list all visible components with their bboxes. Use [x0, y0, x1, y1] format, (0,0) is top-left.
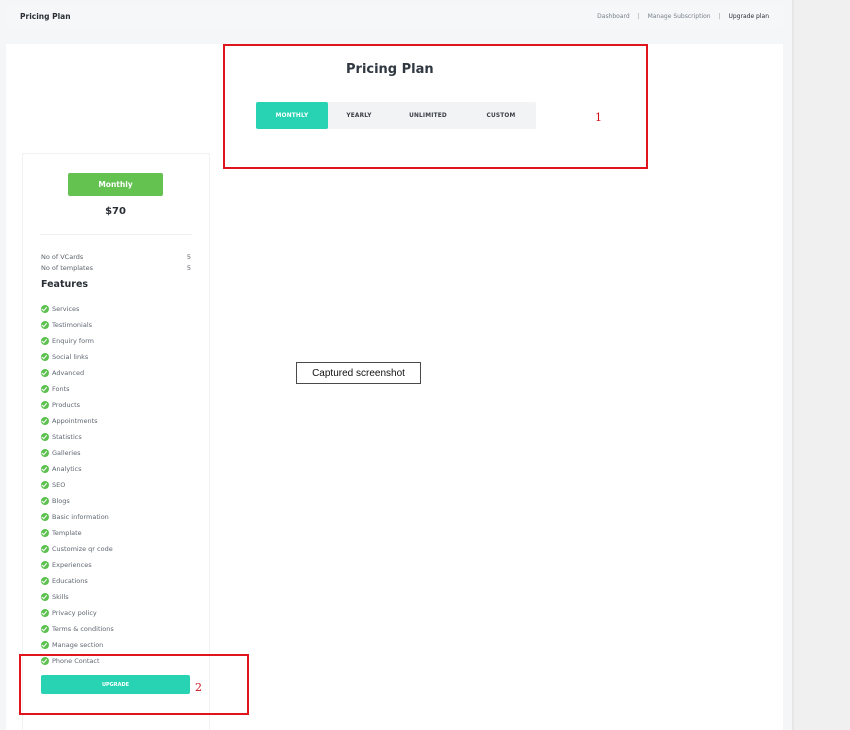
check-circle-icon: [41, 337, 49, 345]
stat-label: No of VCards: [41, 253, 84, 261]
breadcrumb: Dashboard | Manage Subscription | Upgrad…: [597, 13, 769, 20]
check-circle-icon: [41, 593, 49, 601]
check-circle-icon: [41, 449, 49, 457]
feature-item: Template: [41, 525, 201, 541]
card-divider: [40, 234, 192, 235]
feature-item: Fonts: [41, 381, 201, 397]
feature-label: Advanced: [52, 369, 85, 377]
breadcrumb-separator: |: [718, 13, 721, 20]
breadcrumb-upgrade-plan: Upgrade plan: [728, 13, 769, 20]
breadcrumb-manage-subscription[interactable]: Manage Subscription: [648, 13, 711, 20]
annotation-box-2: [19, 654, 249, 715]
feature-label: Fonts: [52, 385, 70, 393]
check-circle-icon: [41, 513, 49, 521]
feature-item: Experiences: [41, 557, 201, 573]
stat-row-templates: No of templates 5: [41, 264, 191, 274]
check-circle-icon: [41, 481, 49, 489]
feature-item: Advanced: [41, 365, 201, 381]
check-circle-icon: [41, 497, 49, 505]
feature-list: Services Testimonials Enquiry form Social l…: [41, 301, 201, 669]
feature-item: Social links: [41, 349, 201, 365]
feature-item: Educations: [41, 573, 201, 589]
check-circle-icon: [41, 577, 49, 585]
feature-label: Manage section: [52, 641, 104, 649]
feature-label: Template: [52, 529, 82, 537]
page-title: Pricing Plan: [20, 12, 71, 21]
feature-item: Products: [41, 397, 201, 413]
feature-label: SEO: [52, 481, 66, 489]
check-circle-icon: [41, 417, 49, 425]
check-circle-icon: [41, 433, 49, 441]
feature-item: Analytics: [41, 461, 201, 477]
feature-label: Statistics: [52, 433, 82, 441]
feature-item: Enquiry form: [41, 333, 201, 349]
feature-label: Analytics: [52, 465, 82, 473]
feature-label: Appointments: [52, 417, 98, 425]
check-circle-icon: [41, 305, 49, 313]
feature-label: Customize qr code: [52, 545, 113, 553]
check-circle-icon: [41, 465, 49, 473]
annotation-box-1: [223, 44, 648, 169]
check-circle-icon: [41, 625, 49, 633]
check-circle-icon: [41, 353, 49, 361]
feature-label: Experiences: [52, 561, 92, 569]
annotation-label-2: 2: [195, 681, 202, 694]
feature-label: Skills: [52, 593, 69, 601]
check-circle-icon: [41, 385, 49, 393]
feature-label: Basic information: [52, 513, 109, 521]
feature-label: Educations: [52, 577, 88, 585]
stat-value: 5: [186, 253, 191, 261]
page-header: Pricing Plan Dashboard | Manage Subscrip…: [6, 6, 783, 28]
feature-item: Statistics: [41, 429, 201, 445]
check-circle-icon: [41, 641, 49, 649]
features-heading: Features: [41, 279, 89, 290]
feature-label: Enquiry form: [52, 337, 95, 345]
feature-label: Terms & conditions: [52, 625, 114, 633]
check-circle-icon: [41, 401, 49, 409]
feature-item: Appointments: [41, 413, 201, 429]
feature-item: Skills: [41, 589, 201, 605]
check-circle-icon: [41, 369, 49, 377]
feature-item: Services: [41, 301, 201, 317]
feature-label: Testimonials: [52, 321, 93, 329]
feature-item: Privacy policy: [41, 605, 201, 621]
stat-value: 5: [186, 264, 191, 272]
gutter-edge: [792, 0, 794, 730]
feature-item: Blogs: [41, 493, 201, 509]
feature-item: Customize qr code: [41, 541, 201, 557]
feature-label: Galleries: [52, 449, 81, 457]
check-circle-icon: [41, 545, 49, 553]
plan-price: $70: [105, 206, 126, 217]
stat-row-vcards: No of VCards 5: [41, 253, 191, 263]
check-circle-icon: [41, 609, 49, 617]
check-circle-icon: [41, 529, 49, 537]
check-circle-icon: [41, 561, 49, 569]
plan-name-badge: Monthly: [68, 173, 163, 196]
feature-item: Terms & conditions: [41, 621, 201, 637]
breadcrumb-dashboard[interactable]: Dashboard: [597, 13, 630, 20]
captured-screenshot-caption: Captured screenshot: [296, 362, 421, 384]
feature-item: Basic information: [41, 509, 201, 525]
stat-label: No of templates: [41, 264, 93, 272]
check-circle-icon: [41, 321, 49, 329]
feature-item: Manage section: [41, 637, 201, 653]
feature-label: Products: [52, 401, 81, 409]
feature-item: Galleries: [41, 445, 201, 461]
feature-label: Privacy policy: [52, 609, 97, 617]
feature-label: Blogs: [52, 497, 70, 505]
feature-item: SEO: [41, 477, 201, 493]
feature-item: Testimonials: [41, 317, 201, 333]
feature-label: Social links: [52, 353, 89, 361]
annotation-label-1: 1: [595, 111, 602, 124]
breadcrumb-separator: |: [637, 13, 640, 20]
feature-label: Services: [52, 305, 80, 313]
right-gutter: [794, 0, 850, 730]
